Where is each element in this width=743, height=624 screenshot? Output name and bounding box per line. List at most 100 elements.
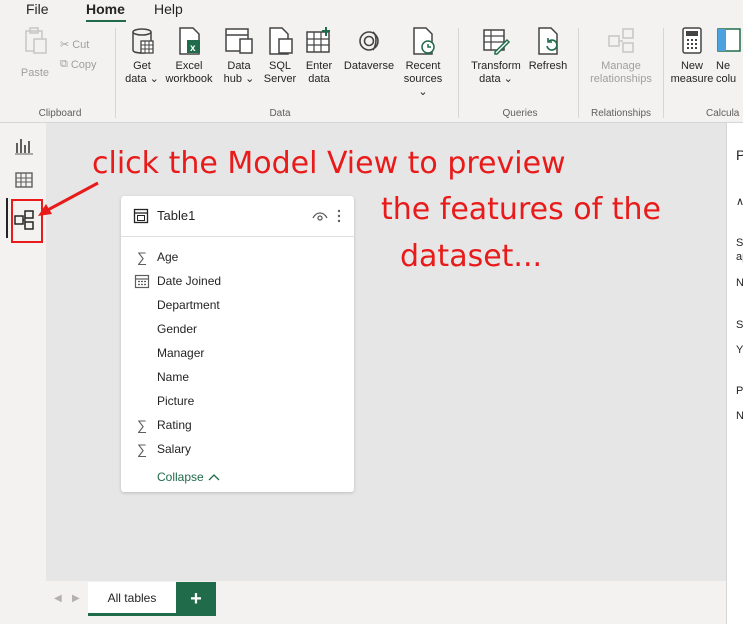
collapse-label: Collapse bbox=[157, 470, 204, 484]
properties-title: P bbox=[736, 147, 743, 163]
tab-scroll-right-icon[interactable]: ▶ bbox=[72, 593, 80, 604]
refresh-label: Refresh bbox=[528, 60, 568, 72]
dataverse-icon bbox=[359, 31, 379, 51]
group-label-clipboard: Clipboard bbox=[38, 108, 82, 119]
active-view-indicator bbox=[6, 198, 8, 238]
annotation-line-1: click the Model View to preview bbox=[92, 146, 566, 181]
paste-icon bbox=[25, 27, 47, 54]
new-measure-button[interactable]: New measure bbox=[670, 26, 714, 86]
enter-data-icon bbox=[306, 27, 330, 53]
field-rating[interactable]: Rating bbox=[157, 418, 192, 432]
menu-home[interactable]: Home bbox=[86, 1, 125, 17]
excel-label-1: Excel bbox=[175, 60, 203, 72]
new-column-label-2: colu bbox=[716, 73, 737, 85]
transform-label-1: Transform bbox=[471, 60, 521, 72]
data-hub-icon bbox=[225, 28, 253, 54]
sigma-icon: ∑ bbox=[137, 441, 147, 457]
properties-text: Sl bbox=[736, 319, 743, 331]
database-icon bbox=[132, 28, 154, 54]
group-label-relationships: Relationships bbox=[590, 108, 652, 119]
sql-label-2: Server bbox=[263, 73, 297, 85]
recent-label-2: sources ⌄ bbox=[403, 73, 443, 98]
sql-label-1: SQL bbox=[268, 60, 291, 72]
sql-server-icon bbox=[269, 27, 293, 55]
enter-data-label-2: data bbox=[308, 73, 330, 85]
field-date-joined[interactable]: Date Joined bbox=[157, 274, 221, 288]
table-column-icon bbox=[717, 28, 741, 52]
calculator-icon bbox=[682, 27, 702, 54]
copy-button[interactable]: ⧉ Copy bbox=[60, 58, 97, 71]
sql-server-button[interactable]: SQL Server bbox=[260, 26, 300, 86]
recent-sources-icon bbox=[413, 27, 435, 55]
dataverse-label: Dataverse bbox=[343, 60, 395, 72]
properties-collapse-chevron[interactable]: ∧ bbox=[736, 195, 743, 208]
field-age[interactable]: Age bbox=[157, 250, 178, 264]
table-title[interactable]: Table1 bbox=[157, 208, 195, 223]
report-view-icon[interactable] bbox=[13, 135, 35, 157]
ribbon-divider bbox=[663, 28, 664, 118]
svg-text:x: x bbox=[190, 43, 196, 54]
menu-file[interactable]: File bbox=[26, 1, 49, 17]
sigma-icon: ∑ bbox=[137, 417, 147, 433]
add-layout-button[interactable]: + bbox=[176, 582, 216, 616]
annotation-arrow bbox=[38, 181, 99, 216]
new-measure-label-2: measure bbox=[670, 73, 714, 85]
field-name[interactable]: Name bbox=[157, 370, 189, 384]
new-measure-label-1: New bbox=[680, 60, 703, 72]
cut-label: Cut bbox=[72, 38, 90, 51]
manage-label-2: relationships bbox=[590, 73, 652, 85]
properties-text: N bbox=[736, 277, 743, 289]
properties-text: ap bbox=[736, 251, 743, 263]
recent-sources-button[interactable]: Recent sources ⌄ bbox=[398, 26, 448, 99]
field-manager[interactable]: Manager bbox=[157, 346, 204, 360]
ribbon: Paste ✂ Cut ⧉ Copy Clipboard Get data ⌄ … bbox=[0, 22, 743, 123]
menu-bar: File Home Help bbox=[0, 0, 743, 23]
field-picture[interactable]: Picture bbox=[157, 394, 194, 408]
data-hub-button[interactable]: Data hub ⌄ bbox=[220, 26, 258, 86]
enter-data-button[interactable]: Enter data bbox=[302, 26, 336, 86]
new-column-label-1: Ne bbox=[716, 60, 731, 72]
tab-all-tables[interactable]: All tables bbox=[88, 582, 176, 616]
more-options-icon[interactable] bbox=[335, 207, 343, 225]
manage-relationships-button[interactable]: Manage relationships bbox=[584, 26, 658, 86]
chevron-up-icon bbox=[208, 474, 220, 481]
properties-text: Pi bbox=[736, 385, 743, 397]
dataverse-button[interactable]: Dataverse bbox=[340, 26, 398, 73]
data-hub-label-1: Data bbox=[227, 60, 251, 72]
data-hub-label-2: hub ⌄ bbox=[223, 73, 255, 85]
properties-text: N bbox=[736, 410, 743, 422]
get-data-label-2: data ⌄ bbox=[125, 73, 159, 85]
transform-data-button[interactable]: Transform data ⌄ bbox=[468, 26, 524, 86]
get-data-button[interactable]: Get data ⌄ bbox=[124, 26, 160, 86]
recent-label-1: Recent bbox=[405, 60, 441, 72]
manage-relationships-icon bbox=[608, 28, 634, 53]
paste-button[interactable]: Paste bbox=[18, 26, 52, 79]
cut-button[interactable]: ✂ Cut bbox=[60, 38, 90, 52]
group-label-data: Data bbox=[269, 108, 291, 119]
field-department[interactable]: Department bbox=[157, 298, 220, 312]
annotation-line-2: the features of the bbox=[381, 192, 661, 227]
group-label-calculations: Calcula bbox=[706, 108, 740, 119]
excel-workbook-button[interactable]: x Excel workbook bbox=[164, 26, 214, 86]
field-salary[interactable]: Salary bbox=[157, 442, 191, 456]
properties-text: Sl bbox=[736, 237, 743, 249]
ribbon-divider bbox=[578, 28, 579, 118]
table-card[interactable]: Table1 ∑ Age Date Joined Department Gend… bbox=[121, 196, 354, 492]
visibility-eye-icon[interactable] bbox=[311, 207, 329, 225]
tab-scroll-left-icon[interactable]: ◀ bbox=[54, 593, 62, 604]
field-gender[interactable]: Gender bbox=[157, 322, 197, 336]
manage-label-1: Manage bbox=[601, 60, 641, 72]
annotation-line-3: dataset... bbox=[400, 239, 543, 274]
table-card-divider bbox=[121, 236, 354, 237]
paste-label: Paste bbox=[20, 67, 50, 79]
calendar-icon bbox=[134, 274, 150, 289]
get-data-label-1: Get bbox=[133, 60, 151, 72]
excel-label-2: workbook bbox=[165, 73, 213, 85]
collapse-button[interactable]: Collapse bbox=[157, 470, 220, 484]
new-column-button[interactable]: Ne colu bbox=[716, 26, 743, 86]
table-icon bbox=[133, 208, 149, 224]
refresh-button[interactable]: Refresh bbox=[526, 26, 570, 73]
transform-data-icon bbox=[483, 29, 511, 55]
ribbon-divider bbox=[458, 28, 459, 118]
menu-help[interactable]: Help bbox=[154, 1, 183, 17]
